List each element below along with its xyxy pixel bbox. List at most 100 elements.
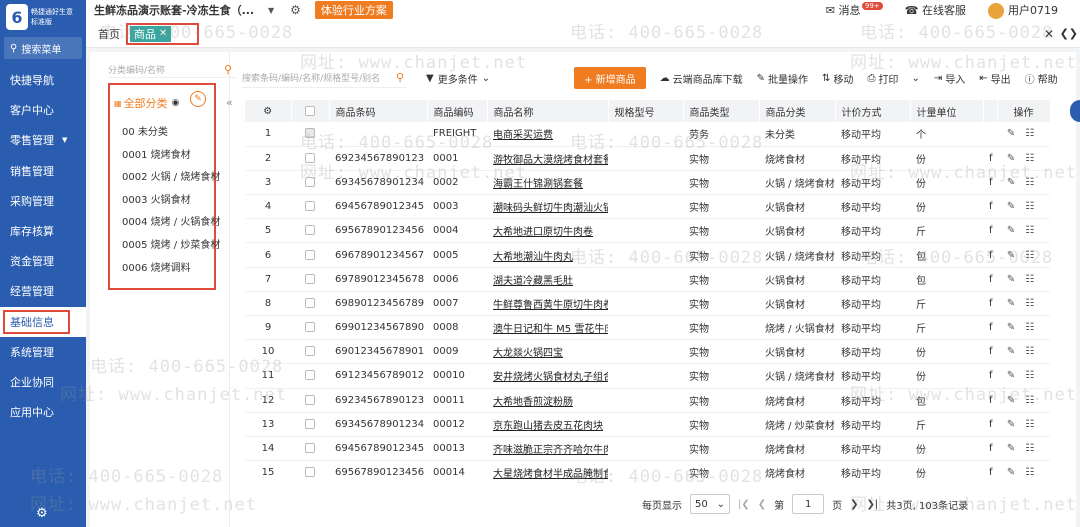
edit-icon[interactable]: ✎ (1007, 274, 1021, 285)
checkbox[interactable] (305, 152, 315, 163)
edit-icon[interactable]: ✎ (1007, 467, 1021, 478)
tabs-scroll-right-icon[interactable]: ❮❯ (1060, 27, 1078, 40)
settings-gear-icon[interactable]: ⚙ (36, 506, 48, 521)
chevron-down-icon[interactable]: ▼ (268, 6, 274, 15)
table-row[interactable]: 9 69901234567890 0008 澳牛日记和牛 M5 雪花牛肉 实物 烧烤 / … (245, 315, 1050, 341)
row-select-cell[interactable] (291, 460, 329, 484)
category-search-input[interactable]: 分类编码/名称 ⚲ (108, 62, 236, 78)
table-row[interactable]: 12 69234567890123 00011 大希地香煎淀粉肠 实物 烧烤食材 移动平均包… (245, 388, 1050, 413)
col-extra[interactable] (983, 100, 998, 122)
table-row[interactable]: 3 69345678901234 0002 海霸王什锦涮锅套餐 实物 火锅 / 烧烤食材移… (245, 170, 1050, 196)
table-row[interactable]: 5 69567890123456 0004 大希地进口原切牛肉卷 实物 火锅食材 移动平均斤… (245, 218, 1050, 244)
edit-icon[interactable]: ✎ (1007, 419, 1021, 430)
table-row[interactable]: 1 FREIGHT 电商采买运费 劳务 未分类 移动平均个 ✎ ☷ (245, 122, 1050, 147)
sidebar-item-0[interactable]: 快捷导航 (0, 65, 86, 95)
checkbox[interactable] (305, 370, 315, 381)
tab-close-icon[interactable]: ✕ (159, 28, 167, 39)
tree-item[interactable]: 0005 烧烤 / 炒菜食材 (122, 236, 220, 259)
product-name-link[interactable]: 湖夫道冷藏黑毛肚 (493, 276, 573, 287)
cell-name[interactable]: 游牧御品大漠烧烤食材套餐 (487, 146, 608, 171)
checkbox[interactable] (305, 176, 315, 187)
edit-icon[interactable]: ✎ (1007, 225, 1021, 236)
edit-category-icon[interactable]: ✎ (190, 91, 206, 107)
cell-name[interactable]: 安井烧烤火锅食材丸子组合 (487, 363, 608, 389)
tree-item[interactable]: 0004 烧烤 / 火锅食材 (122, 213, 220, 236)
trial-industry-button[interactable]: 体验行业方案 (314, 1, 393, 19)
cell-name[interactable]: 潮味码头鲜切牛肉潮汕火锅 (487, 194, 608, 220)
product-name-link[interactable]: 澳牛日记和牛 M5 雪花牛肉 (493, 324, 608, 335)
more-actions-icon[interactable]: ☷ (1025, 346, 1040, 357)
cell-name[interactable]: 大希地潮汕牛肉丸 (487, 242, 608, 268)
cell-name[interactable]: 大星烧烤食材半成品腌制食 (487, 460, 608, 484)
cell-name[interactable]: 齐味滋脆正宗齐齐哈尔牛肉 (487, 436, 608, 462)
search-icon[interactable]: ⚲ (396, 71, 404, 84)
sidebar-item-4[interactable]: 采购管理 (0, 186, 86, 216)
cell-name[interactable]: 牛鲜尊鲁西黄牛原切牛肉卷 (487, 291, 608, 317)
column-settings-icon[interactable]: ⚙ (245, 100, 292, 122)
next-page-icon[interactable]: ❯ (850, 499, 858, 510)
more-actions-icon[interactable]: ☷ (1025, 201, 1040, 212)
tree-item[interactable]: 0006 烧烤调料 (122, 259, 220, 282)
checkbox[interactable] (305, 346, 315, 357)
move-button[interactable]: ⇅ 移动 (822, 71, 853, 86)
checkbox[interactable] (305, 418, 315, 429)
page-size-select[interactable]: 50 ⌄ (690, 494, 730, 514)
checkbox[interactable] (305, 443, 315, 454)
cell-name[interactable]: 大希地进口原切牛肉卷 (487, 218, 608, 244)
col-code[interactable]: 商品编码 (427, 100, 488, 122)
table-row[interactable]: 8 69890123456789 0007 牛鲜尊鲁西黄牛原切牛肉卷 实物 火锅食材 移动平… (245, 291, 1050, 317)
checkbox[interactable] (305, 394, 315, 405)
sidebar-item-5[interactable]: 库存核算 (0, 216, 86, 246)
checkbox[interactable] (305, 249, 315, 260)
prev-page-icon[interactable]: ❮ (758, 499, 766, 510)
edit-icon[interactable]: ✎ (1007, 153, 1021, 164)
select-all-checkbox[interactable] (291, 100, 330, 122)
row-select-cell[interactable] (291, 170, 329, 196)
edit-icon[interactable]: ✎ (1007, 322, 1021, 333)
gear-icon[interactable]: ⚙ (290, 3, 301, 17)
col-type[interactable]: 商品类型 (683, 100, 760, 122)
sidebar-item-8[interactable]: 基础信息 (0, 306, 86, 337)
last-page-icon[interactable]: ❯| (867, 499, 879, 510)
cell-name[interactable]: 湖夫道冷藏黑毛肚 (487, 267, 608, 292)
add-product-button[interactable]: + 新增商品 (574, 67, 646, 89)
search-icon[interactable]: ⚲ (224, 63, 232, 76)
product-name-link[interactable]: 大希地潮汕牛肉丸 (493, 252, 573, 263)
row-select-cell[interactable] (291, 339, 329, 365)
tree-item[interactable]: 0003 火锅食材 (122, 191, 220, 214)
sidebar-item-10[interactable]: 企业协同 (0, 367, 86, 397)
more-actions-icon[interactable]: ☷ (1025, 250, 1040, 261)
cell-name[interactable]: 大希地香煎淀粉肠 (487, 388, 608, 413)
row-select-cell[interactable] (291, 436, 329, 462)
table-row[interactable]: 6 69678901234567 0005 大希地潮汕牛肉丸 实物 火锅 / 烧烤食材 移动… (245, 242, 1050, 268)
tab-home[interactable]: 首页 (98, 26, 120, 42)
tree-item[interactable]: 0001 烧烤食材 (122, 146, 220, 169)
col-unit[interactable]: 计量单位 (910, 100, 984, 122)
tab-products[interactable]: 商品 ✕ (130, 25, 172, 42)
search-menu-button[interactable]: ⚲ 搜索菜单 (4, 37, 82, 59)
account-title[interactable]: 生鲜冻品演示账套-冷冻生食（... (94, 2, 264, 18)
edit-icon[interactable]: ✎ (1007, 250, 1021, 261)
row-select-cell[interactable] (291, 146, 329, 171)
import-button[interactable]: ⇥ 导入 (934, 71, 965, 86)
row-select-cell[interactable] (291, 122, 329, 147)
print-button[interactable]: ⎙ 打印 ⌄ (867, 71, 919, 86)
more-actions-icon[interactable]: ☷ (1025, 322, 1040, 333)
batch-ops-button[interactable]: ✎ 批量操作 (757, 71, 808, 86)
col-barcode[interactable]: 商品条码 (329, 100, 428, 122)
help-button[interactable]: ⓘ 帮助 (1025, 71, 1058, 86)
edit-icon[interactable]: ✎ (1007, 298, 1021, 309)
product-name-link[interactable]: 电商采买运费 (493, 130, 553, 141)
product-name-link[interactable]: 潮味码头鲜切牛肉潮汕火锅 (493, 203, 608, 214)
row-select-cell[interactable] (291, 315, 329, 341)
export-button[interactable]: ⇤ 导出 (979, 71, 1010, 86)
product-name-link[interactable]: 大龙燚火锅四宝 (493, 348, 563, 359)
more-actions-icon[interactable]: ☷ (1025, 419, 1040, 430)
tree-item[interactable]: 0002 火锅 / 烧烤食材 (122, 168, 220, 191)
page-number-input[interactable]: 1 (792, 494, 825, 514)
collapse-tree-icon[interactable]: « (226, 96, 233, 109)
sidebar-item-1[interactable]: 客户中心 (0, 95, 86, 125)
checkbox[interactable] (305, 225, 315, 236)
more-actions-icon[interactable]: ☷ (1025, 274, 1040, 285)
table-row[interactable]: 14 69456789012345 00013 齐味滋脆正宗齐齐哈尔牛肉 实物 烧烤食材移… (245, 436, 1050, 462)
